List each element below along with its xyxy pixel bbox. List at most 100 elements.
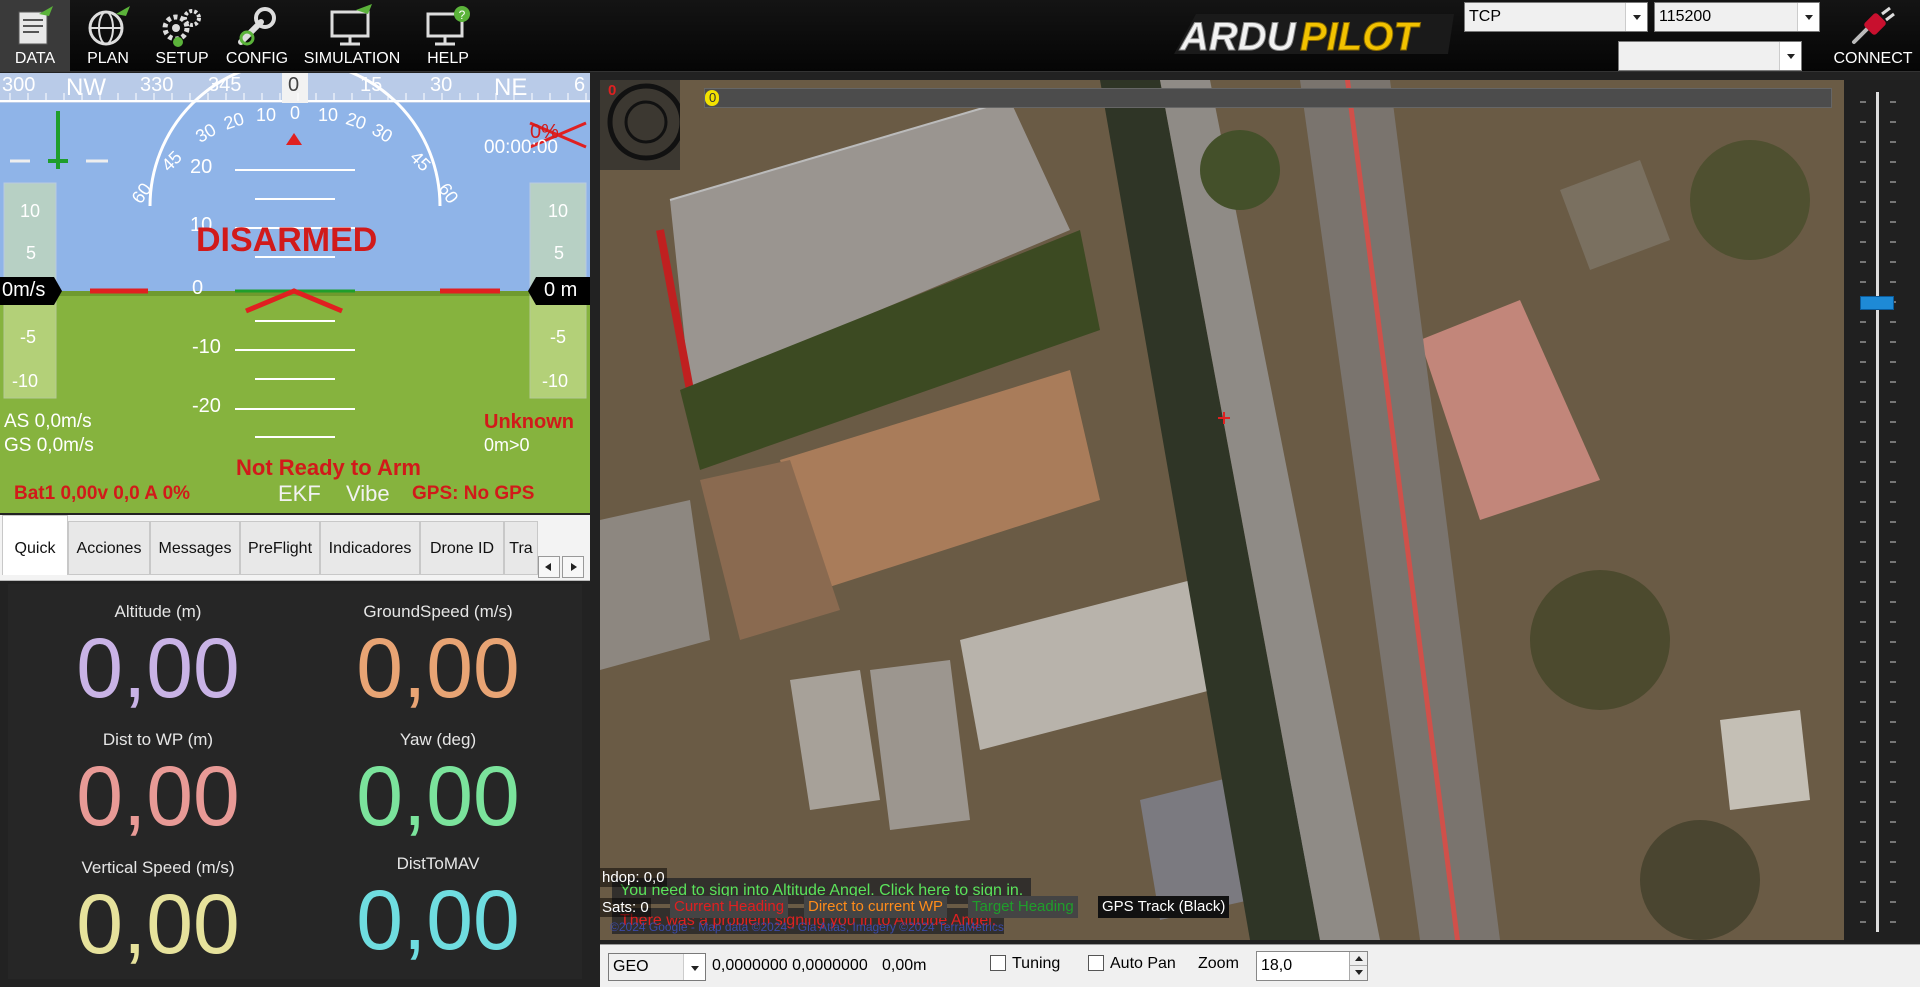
roll-label: 0 (290, 103, 301, 123)
tab-quick[interactable]: Quick (2, 515, 68, 575)
zoom-down-button[interactable] (1349, 966, 1367, 980)
quick-panel: Altitude (m) 0,00 GroundSpeed (m/s) 0,00… (8, 584, 582, 979)
quick-yaw[interactable]: Yaw (deg) 0,00 (298, 730, 578, 838)
help-monitor-icon: ? (426, 6, 470, 46)
nav-config-button[interactable]: CONFIG (218, 0, 296, 72)
ekf-indicator[interactable]: EKF (278, 481, 321, 507)
zoom-label: Zoom (1198, 955, 1239, 972)
quick-dist-to-wp[interactable]: Dist to WP (m) 0,00 (18, 730, 298, 838)
quick-groundspeed[interactable]: GroundSpeed (m/s) 0,00 (298, 602, 578, 710)
compass-heading: 0 (288, 74, 300, 96)
quick-label: Yaw (deg) (399, 730, 477, 749)
baud-select[interactable]: 115200 (1654, 2, 1820, 32)
altitude-readout: 0,00m (882, 957, 927, 974)
connect-label: CONNECT (1833, 50, 1913, 67)
sats-readout: Sats: 0 (600, 898, 651, 917)
logo-text-pilot: PILOT (1300, 15, 1421, 59)
pitch-label: -20 (192, 395, 221, 417)
chevron-down-icon[interactable] (1797, 3, 1819, 31)
pitch-label: 0 (192, 277, 204, 299)
alt-readout: 0 m (544, 279, 578, 301)
nav-data-button[interactable]: DATA (0, 0, 70, 72)
pitch-label: -10 (192, 336, 221, 358)
compass-label: 330 (140, 74, 174, 96)
quick-value: 0,00 (76, 749, 240, 843)
satellite-map[interactable]: 0 0 You need to sign into Altitude Angel… (600, 80, 1844, 940)
chevron-down-icon[interactable] (1625, 3, 1647, 31)
zoom-slider-ticks (1860, 101, 1896, 923)
nav-plan-button[interactable]: PLAN (70, 0, 146, 72)
zoom-spinbox[interactable]: 18,0 (1256, 951, 1368, 981)
arm-message: Not Ready to Arm (236, 455, 421, 480)
compass-label: 6 (574, 74, 586, 96)
legend-gps-track: GPS Track (Black) (1098, 896, 1230, 918)
alt-tape-label: -10 (542, 371, 569, 391)
hud-display: 300 NW 330 345 0 15 30 NE 6 60 45 30 20 … (0, 73, 590, 513)
quick-value: 0,00 (356, 749, 520, 843)
map-imagery (600, 80, 1844, 940)
alt-tape-label: 10 (548, 201, 569, 221)
chevron-down-icon[interactable] (1779, 42, 1801, 70)
groundspeed-text: GS 0,0m/s (4, 435, 94, 456)
zoom-up-button[interactable] (1349, 952, 1367, 966)
tab-indicadores[interactable]: Indicadores (320, 521, 420, 575)
tab-drone-id[interactable]: Drone ID (420, 521, 504, 575)
tuning-checkbox[interactable]: Tuning (990, 955, 1060, 973)
quick-vertical-speed[interactable]: Vertical Speed (m/s) 0,00 (18, 858, 298, 966)
compass-label: 30 (430, 74, 453, 96)
legend-current-heading: Current Heading (670, 896, 789, 918)
vibe-indicator[interactable]: Vibe (346, 481, 390, 507)
chevron-down-icon[interactable] (683, 954, 705, 980)
flight-mode: Unknown (484, 411, 574, 433)
quick-label: Dist to WP (m) (102, 730, 214, 749)
quick-dist-to-mav[interactable]: DistToMAV 0,00 (298, 854, 578, 962)
nav-plan-label: PLAN (87, 50, 129, 67)
quick-value: 0,00 (356, 621, 520, 715)
nav-simulation-button[interactable]: SIMULATION (296, 0, 408, 72)
mission-progress-bar[interactable]: 0 (704, 88, 1832, 108)
chevron-up-icon (1355, 956, 1363, 961)
protocol-value: TCP (1469, 8, 1501, 25)
baud-value: 115200 (1659, 8, 1712, 25)
tuning-label: Tuning (1012, 955, 1061, 972)
quick-value: 0,00 (76, 621, 240, 715)
progress-label: 0 (709, 90, 717, 105)
zoom-slider-thumb[interactable] (1860, 296, 1894, 310)
chevron-down-icon (1355, 970, 1363, 975)
tab-scroll-right-button[interactable] (562, 556, 584, 578)
protocol-select[interactable]: TCP (1464, 2, 1648, 32)
nav-data-label: DATA (14, 50, 56, 67)
connect-button[interactable]: CONNECT (1826, 0, 1920, 72)
tab-preflight[interactable]: PreFlight (240, 521, 320, 575)
nav-setup-button[interactable]: SETUP (146, 0, 218, 72)
svg-text:?: ? (459, 8, 466, 22)
globe-icon (88, 6, 130, 46)
tab-messages[interactable]: Messages (150, 521, 240, 575)
coord-system-select[interactable]: GEO (608, 953, 706, 981)
port-select[interactable] (1618, 41, 1802, 71)
checkbox-box[interactable] (1088, 955, 1104, 971)
airspeed-text: AS 0,0m/s (4, 411, 92, 432)
tab-strip: Quick Acciones Messages PreFlight Indica… (0, 515, 590, 581)
quick-altitude[interactable]: Altitude (m) 0,00 (18, 602, 298, 710)
gears-icon (162, 9, 201, 47)
legend-target-heading: Target Heading (968, 896, 1078, 918)
chevron-left-icon (545, 563, 551, 571)
roll-label: 10 (318, 105, 339, 125)
wrench-icon (238, 7, 276, 46)
tab-acciones[interactable]: Acciones (68, 521, 150, 575)
chevron-right-icon (571, 563, 577, 571)
tab-truncated[interactable]: Tra (504, 521, 538, 575)
quick-label: Vertical Speed (m/s) (81, 858, 235, 877)
nav-help-button[interactable]: ? HELP (408, 0, 488, 72)
data-icon (18, 6, 53, 45)
tab-scroll-left-button[interactable] (538, 556, 560, 578)
nav-help-label: HELP (427, 50, 469, 67)
auto-pan-checkbox[interactable]: Auto Pan (1088, 955, 1176, 973)
speed-tape-label: -10 (12, 371, 39, 391)
checkbox-box[interactable] (990, 955, 1006, 971)
coord-system-value: GEO (613, 958, 649, 975)
compass-label: NW (66, 74, 106, 101)
gps-status: GPS: No GPS (412, 483, 535, 504)
nav-simulation-label: SIMULATION (303, 50, 401, 67)
